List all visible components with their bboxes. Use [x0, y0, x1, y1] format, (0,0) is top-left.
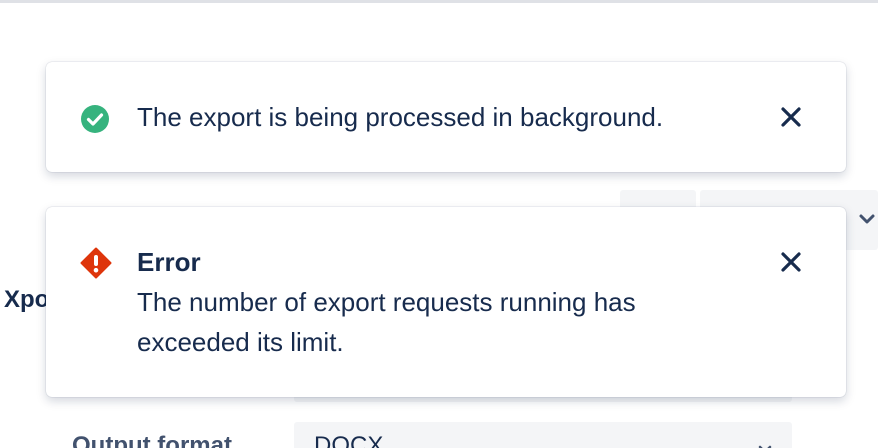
top-divider	[0, 0, 878, 3]
error-message: The number of export requests running ha…	[137, 287, 636, 357]
section-heading: Xpo	[4, 286, 50, 313]
error-title: Error	[137, 247, 201, 277]
output-format-label: Output format	[72, 432, 232, 448]
output-format-value: DOCX	[314, 432, 384, 448]
success-flag: The export is being processed in backgro…	[46, 62, 846, 172]
success-message: The export is being processed in backgro…	[137, 102, 664, 132]
close-icon[interactable]	[776, 247, 806, 277]
error-flag: Error The number of export requests runn…	[46, 207, 846, 397]
export-page: Xpo Output format DOCX The export is bei…	[0, 0, 878, 448]
close-icon[interactable]	[776, 102, 806, 132]
output-format-select[interactable]: DOCX	[294, 422, 792, 448]
error-diamond-icon	[80, 247, 112, 279]
chevron-down-icon	[756, 440, 774, 448]
chevron-down-icon	[856, 208, 878, 230]
check-circle-icon	[80, 104, 110, 134]
